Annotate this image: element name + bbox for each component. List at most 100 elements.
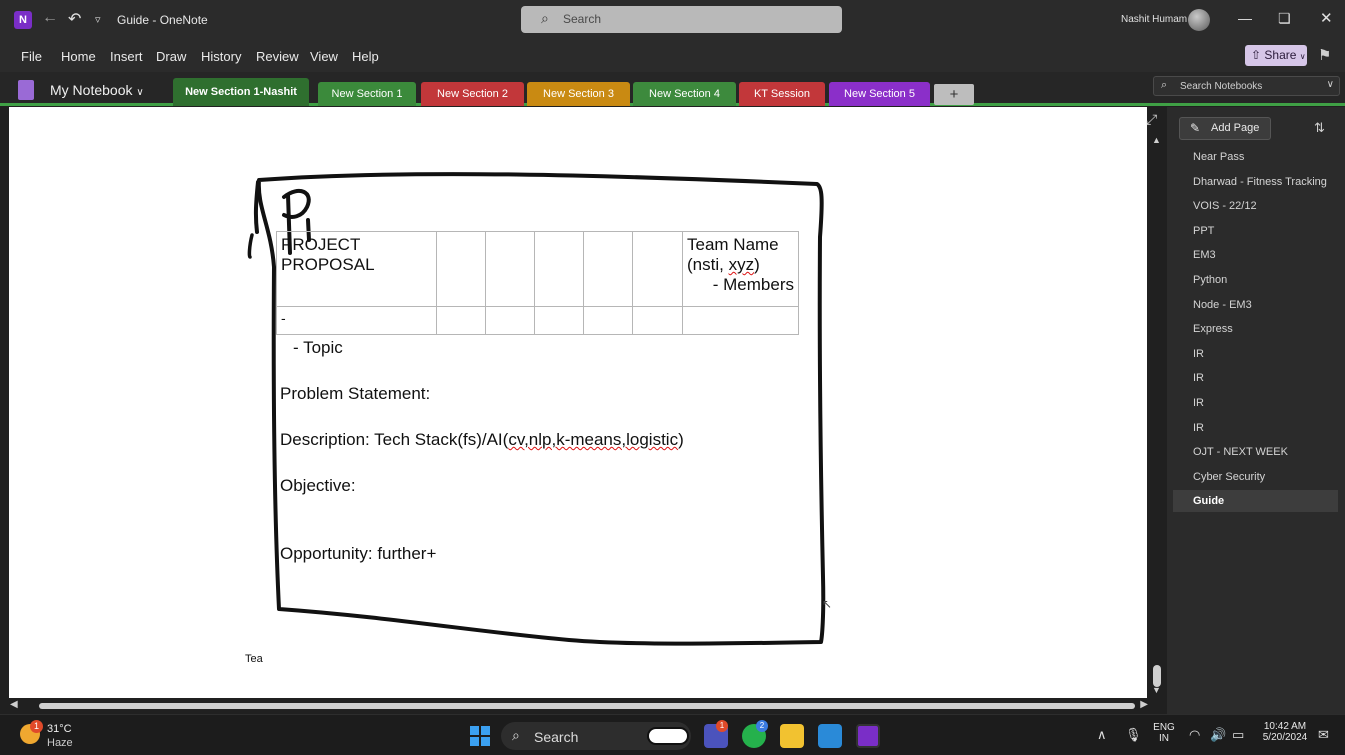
- section-tab-new-section-5[interactable]: New Section 5: [829, 82, 930, 106]
- microphone-icon[interactable]: 🎙: [1125, 727, 1142, 743]
- chevron-down-icon[interactable]: ∨: [1327, 79, 1334, 90]
- table-cell-team-name[interactable]: Team Name (nsti, xyz) - Members: [682, 231, 799, 307]
- page-item-near-pass[interactable]: Near Pass: [1173, 146, 1338, 168]
- table-cell-dash[interactable]: -: [276, 306, 437, 335]
- opportunity-line[interactable]: Opportunity: further+: [280, 544, 436, 564]
- weather-temperature[interactable]: 31°C: [47, 723, 72, 735]
- topic-line[interactable]: - Topic: [293, 338, 343, 358]
- customize-toolbar-icon[interactable]: ▿: [95, 13, 101, 26]
- section-tab-kt-session[interactable]: KT Session: [739, 82, 825, 106]
- proposal-table[interactable]: PROJECT PROPOSAL Team Name (nsti, xyz) -…: [276, 231, 799, 335]
- wifi-icon[interactable]: ◠: [1189, 727, 1200, 743]
- vscode-icon[interactable]: [818, 724, 842, 748]
- page-item-em3[interactable]: EM3: [1173, 244, 1338, 266]
- volume-icon[interactable]: 🔊: [1210, 727, 1226, 743]
- page-item-cyber-security[interactable]: Cyber Security: [1173, 466, 1338, 488]
- user-avatar[interactable]: [1188, 9, 1210, 31]
- table-cell[interactable]: [534, 306, 584, 335]
- menu-home[interactable]: Home: [61, 49, 96, 64]
- section-tab-new-section-4[interactable]: New Section 4: [633, 82, 736, 106]
- table-cell-project-proposal[interactable]: PROJECT PROPOSAL: [276, 231, 437, 307]
- language-line2: IN: [1159, 733, 1169, 744]
- scroll-up-icon[interactable]: ▲: [1152, 135, 1161, 145]
- members-line: - Members: [712, 275, 794, 294]
- table-cell[interactable]: [583, 231, 633, 307]
- menu-history[interactable]: History: [201, 49, 241, 64]
- clock[interactable]: 10:42 AM 5/20/2024: [1256, 721, 1314, 743]
- notebook-icon[interactable]: [18, 80, 34, 100]
- search-notebooks-input[interactable]: ⌕ Search Notebooks ∨: [1153, 76, 1340, 96]
- menu-file[interactable]: File: [21, 49, 42, 64]
- team-name-line: Team Name: [687, 235, 779, 254]
- table-cell[interactable]: [632, 306, 683, 335]
- scroll-right-icon[interactable]: ▶: [1140, 699, 1148, 710]
- restore-icon[interactable]: ❏: [1278, 10, 1291, 27]
- page-item-express[interactable]: Express: [1173, 318, 1338, 340]
- sort-icon[interactable]: ⇅: [1314, 120, 1325, 136]
- back-icon[interactable]: ←: [42, 9, 58, 27]
- title-bar: N ← ↶ ▿ Guide - OneNote ⌕ Search Nashit …: [0, 0, 1345, 40]
- table-cell[interactable]: [485, 231, 535, 307]
- table-cell[interactable]: [632, 231, 683, 307]
- page-item-dharwad-fitness-tracking[interactable]: Dharwad - Fitness Tracking: [1173, 171, 1338, 193]
- page-item-node-em3[interactable]: Node - EM3: [1173, 294, 1338, 316]
- file-explorer-icon[interactable]: [780, 724, 804, 748]
- table-cell[interactable]: [583, 306, 633, 335]
- page-item-ojt-next-week[interactable]: OJT - NEXT WEEK: [1173, 441, 1338, 463]
- page-item-ppt[interactable]: PPT: [1173, 220, 1338, 242]
- section-tab-new-section-2[interactable]: New Section 2: [421, 82, 524, 106]
- page-item-vois-22-12[interactable]: VOIS - 22/12: [1173, 195, 1338, 217]
- table-cell[interactable]: [436, 231, 486, 307]
- notebook-name-label: My Notebook: [50, 82, 133, 98]
- vertical-scroll-thumb[interactable]: [1153, 665, 1161, 687]
- vertical-scrollbar[interactable]: ▲ ▼: [1150, 135, 1164, 698]
- menu-view[interactable]: View: [310, 49, 338, 64]
- page-canvas[interactable]: PROJECT PROPOSAL Team Name (nsti, xyz) -…: [9, 107, 1147, 698]
- menu-draw[interactable]: Draw: [156, 49, 186, 64]
- user-name[interactable]: Nashit Humam: [1121, 14, 1187, 25]
- taskbar-search[interactable]: ⌕ Search: [501, 722, 691, 750]
- feedback-icon[interactable]: ⚑: [1318, 46, 1331, 64]
- title-search-box[interactable]: ⌕ Search: [521, 6, 842, 33]
- minimize-icon[interactable]: —: [1238, 10, 1252, 26]
- weather-description[interactable]: Haze: [47, 737, 73, 749]
- undo-icon[interactable]: ↶: [68, 9, 81, 29]
- search-icon: ⌕: [512, 727, 520, 743]
- page-item-ir[interactable]: IR: [1173, 392, 1338, 414]
- notifications-icon[interactable]: ✉: [1318, 727, 1329, 743]
- problem-statement-line[interactable]: Problem Statement:: [280, 384, 430, 404]
- share-button[interactable]: ⇧ Share ∨: [1245, 45, 1307, 66]
- footer-note[interactable]: Tea: [245, 653, 263, 665]
- table-cell[interactable]: [534, 231, 584, 307]
- section-tab-new-section-3[interactable]: New Section 3: [527, 82, 630, 106]
- chevron-up-icon[interactable]: ∧: [1097, 727, 1107, 743]
- description-line[interactable]: Description: Tech Stack(fs)/AI(cv,nlp,k-…: [280, 430, 684, 450]
- section-tab-new-section-1[interactable]: New Section 1: [318, 82, 416, 106]
- windows-start-icon[interactable]: [470, 726, 490, 746]
- expand-icon[interactable]: ⤢: [1146, 111, 1157, 128]
- menu-help[interactable]: Help: [352, 49, 379, 64]
- horizontal-scroll-thumb[interactable]: [39, 703, 1135, 709]
- table-cell[interactable]: [485, 306, 535, 335]
- menu-review[interactable]: Review: [256, 49, 299, 64]
- section-tab-new-section-1-nashit[interactable]: New Section 1-Nashit: [173, 78, 309, 106]
- scroll-down-icon[interactable]: ▼: [1152, 685, 1161, 695]
- scroll-left-icon[interactable]: ◀: [10, 699, 18, 710]
- page-item-ir[interactable]: IR: [1173, 343, 1338, 365]
- battery-icon[interactable]: ▭: [1232, 727, 1244, 743]
- notebook-name[interactable]: My Notebook ∨: [50, 82, 144, 98]
- language-indicator[interactable]: ENG IN: [1150, 722, 1178, 744]
- page-item-ir[interactable]: IR: [1173, 417, 1338, 439]
- objective-line[interactable]: Objective:: [280, 476, 356, 496]
- add-section-button[interactable]: +: [934, 84, 974, 105]
- onenote-taskbar-icon[interactable]: [856, 724, 880, 748]
- horizontal-scrollbar[interactable]: ◀ ▶: [9, 698, 1150, 714]
- page-item-python[interactable]: Python: [1173, 269, 1338, 291]
- page-item-guide[interactable]: Guide: [1173, 490, 1338, 513]
- page-item-ir[interactable]: IR: [1173, 367, 1338, 389]
- add-page-button[interactable]: ✎ Add Page: [1179, 117, 1271, 140]
- table-cell[interactable]: [682, 306, 799, 335]
- close-icon[interactable]: ✕: [1320, 9, 1333, 27]
- table-cell[interactable]: [436, 306, 486, 335]
- menu-insert[interactable]: Insert: [110, 49, 143, 64]
